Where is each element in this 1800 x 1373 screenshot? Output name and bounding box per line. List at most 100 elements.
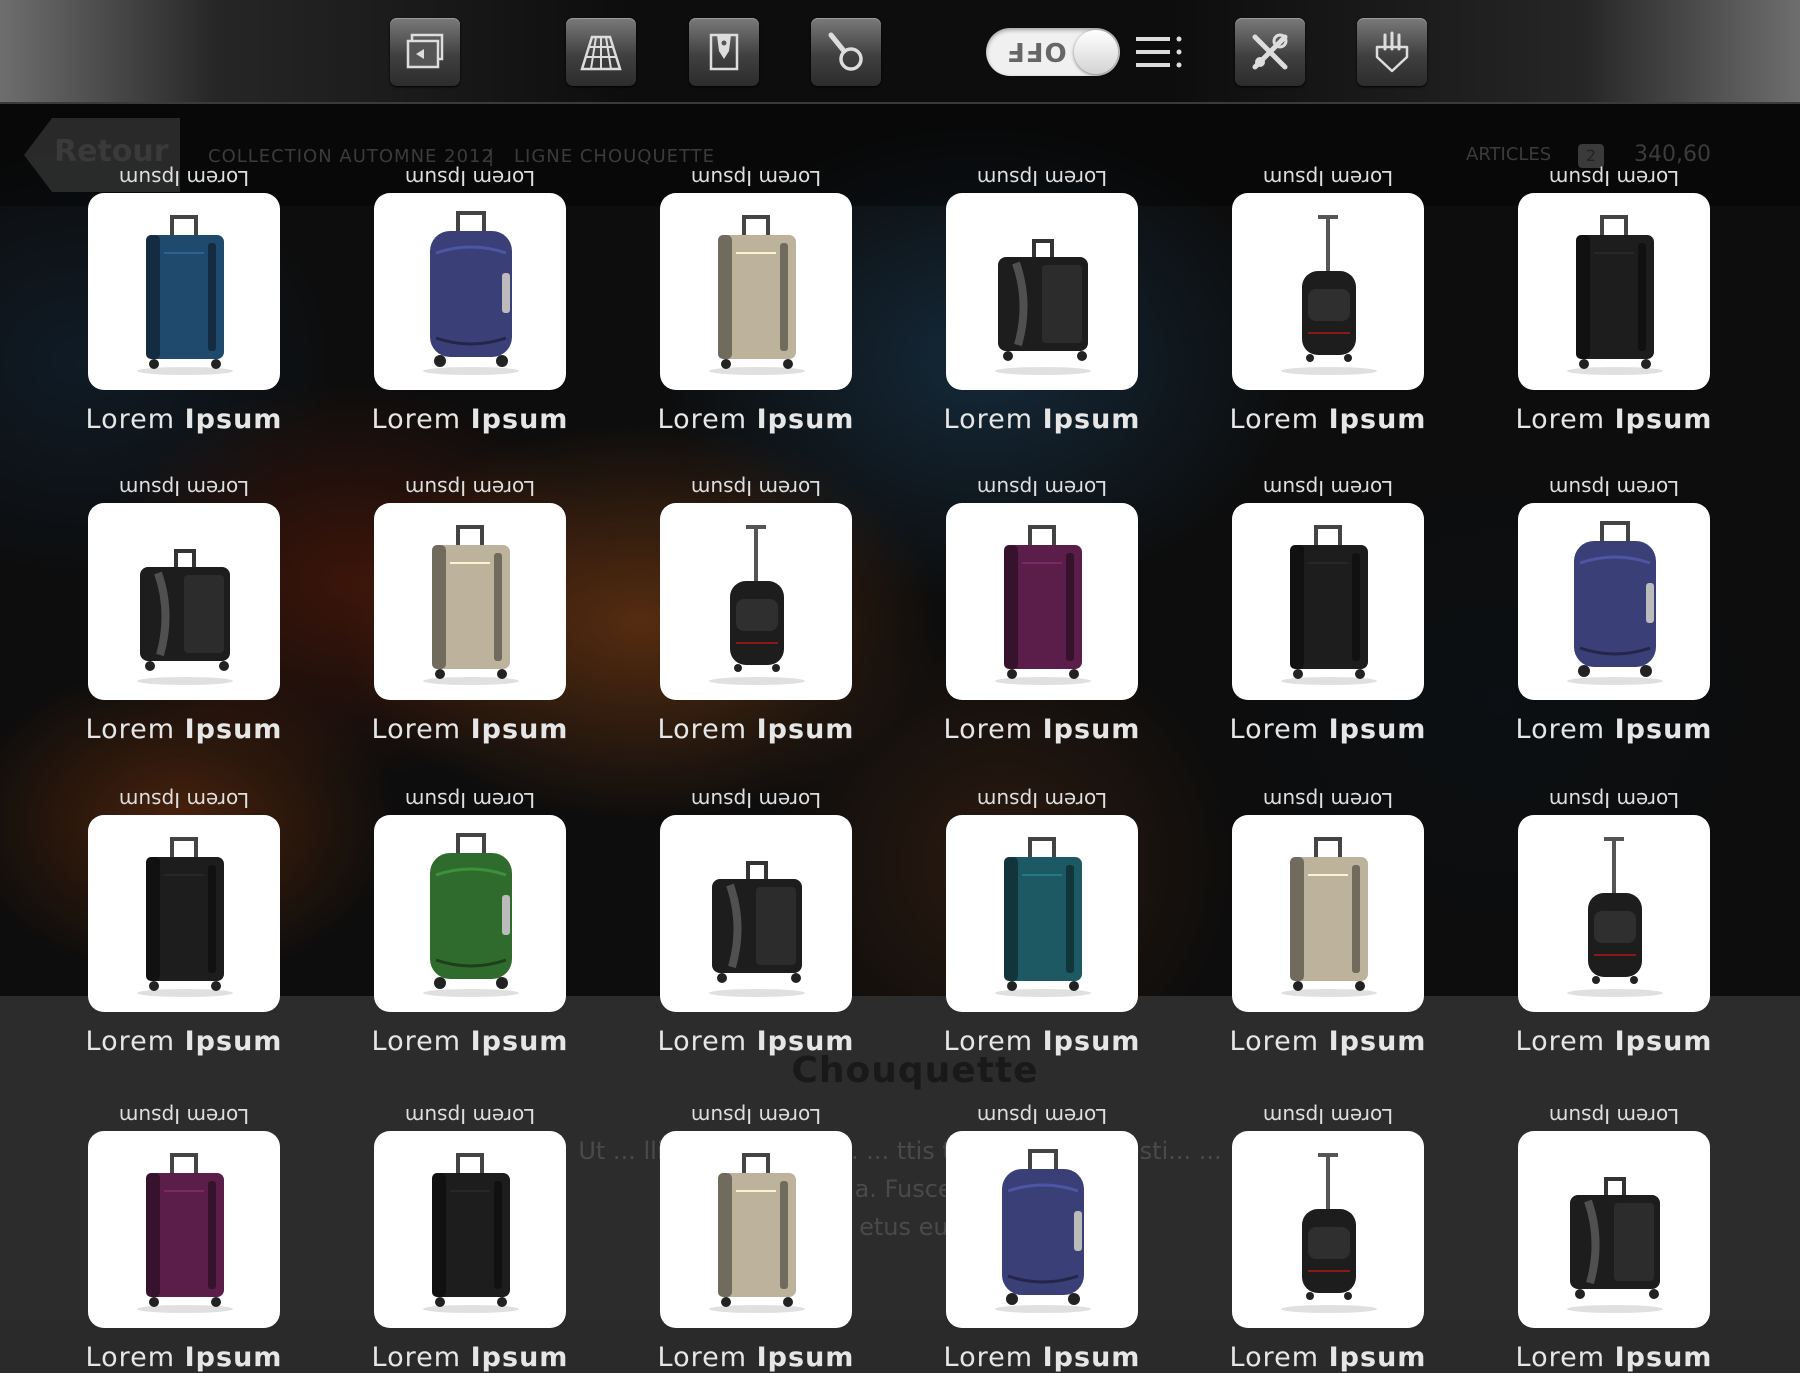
hand-button[interactable] (1357, 18, 1427, 86)
suitcase-icon (137, 837, 233, 997)
product-flipped-label: Lorem Ipsum (1262, 1104, 1394, 1128)
product-name-second: Ipsum (1042, 1342, 1141, 1373)
suitcase-icon (995, 239, 1091, 375)
product-flipped-label: Lorem Ipsum (404, 788, 536, 812)
product-image-card[interactable] (946, 503, 1138, 700)
product-image-card[interactable] (660, 503, 852, 700)
product-name: Lorem Ipsum (354, 404, 586, 435)
product-name-second: Ipsum (470, 1026, 569, 1057)
catalog-tag-icon (709, 33, 739, 71)
product-name: Lorem Ipsum (1498, 714, 1730, 745)
suitcase-icon (423, 1153, 519, 1313)
product-name-first: Lorem (943, 404, 1034, 435)
product-image-card[interactable] (946, 193, 1138, 390)
toggle-knob[interactable] (1074, 30, 1118, 74)
suitcase-icon (995, 525, 1091, 685)
product-image-card[interactable] (1232, 1131, 1424, 1328)
product-image-card[interactable] (374, 815, 566, 1012)
gallery-button[interactable] (390, 18, 460, 86)
product-name: Lorem Ipsum (640, 404, 872, 435)
product-name-first: Lorem (657, 404, 748, 435)
suitcase-icon (995, 837, 1091, 997)
product-image-card[interactable] (1232, 503, 1424, 700)
suitcase-icon (1567, 837, 1663, 997)
suitcase-icon (137, 215, 233, 375)
back-label: Retour (54, 134, 169, 169)
product-name: Lorem Ipsum (640, 714, 872, 745)
product-name-second: Ipsum (1614, 1342, 1713, 1373)
product-image-card[interactable] (660, 815, 852, 1012)
product-name-first: Lorem (1229, 404, 1320, 435)
product-image-card[interactable] (1518, 503, 1710, 700)
product-flipped-label: Lorem Ipsum (1262, 788, 1394, 812)
product-image-card[interactable] (88, 815, 280, 1012)
product-name-second: Ipsum (470, 1342, 569, 1373)
top-toolbar: OFF (0, 0, 1800, 104)
product-name-first: Lorem (1229, 714, 1320, 745)
product-image-card[interactable] (374, 193, 566, 390)
product-image-card[interactable] (1232, 193, 1424, 390)
product-image-card[interactable] (1518, 193, 1710, 390)
list-menu-icon[interactable] (1134, 34, 1184, 70)
product-name-first: Lorem (1229, 1342, 1320, 1373)
suitcase-icon (1281, 1153, 1377, 1313)
product-image-card[interactable] (946, 815, 1138, 1012)
product-name-second: Ipsum (184, 1342, 283, 1373)
breadcrumb-separator: | (488, 146, 496, 167)
product-name-first: Lorem (371, 1342, 462, 1373)
product-image-card[interactable] (660, 193, 852, 390)
product-image-card[interactable] (946, 1131, 1138, 1328)
product-flipped-label: Lorem Ipsum (118, 476, 250, 500)
product-name-first: Lorem (657, 1026, 748, 1057)
product-flipped-label: Lorem Ipsum (976, 1104, 1108, 1128)
product-name: Lorem Ipsum (354, 1342, 586, 1373)
product-name: Lorem Ipsum (926, 404, 1158, 435)
suitcase-icon (709, 215, 805, 375)
tools-button[interactable] (1235, 18, 1305, 86)
product-image-card[interactable] (1518, 815, 1710, 1012)
search-button[interactable] (811, 18, 881, 86)
product-name: Lorem Ipsum (354, 1026, 586, 1057)
product-name-first: Lorem (657, 714, 748, 745)
product-flipped-label: Lorem Ipsum (404, 1104, 536, 1128)
product-name-second: Ipsum (184, 404, 283, 435)
product-name-second: Ipsum (470, 404, 569, 435)
product-name: Lorem Ipsum (68, 1342, 300, 1373)
room-view-button[interactable] (566, 18, 636, 86)
product-flipped-label: Lorem Ipsum (404, 476, 536, 500)
product-flipped-label: Lorem Ipsum (690, 1104, 822, 1128)
product-image-card[interactable] (88, 1131, 280, 1328)
off-toggle[interactable]: OFF (986, 28, 1120, 76)
product-name-second: Ipsum (756, 1026, 855, 1057)
product-name: Lorem Ipsum (926, 1342, 1158, 1373)
product-image-card[interactable] (88, 503, 280, 700)
suitcase-icon (1281, 215, 1377, 375)
product-image-card[interactable] (1518, 1131, 1710, 1328)
product-name: Lorem Ipsum (1498, 404, 1730, 435)
suitcase-icon (995, 1149, 1091, 1313)
suitcase-icon (423, 833, 519, 997)
breadcrumb-collection[interactable]: COLLECTION AUTOMNE 2012 (208, 146, 494, 167)
product-name: Lorem Ipsum (1212, 404, 1444, 435)
product-image-card[interactable] (660, 1131, 852, 1328)
product-name-first: Lorem (85, 714, 176, 745)
product-name-second: Ipsum (470, 714, 569, 745)
product-name-second: Ipsum (184, 1026, 283, 1057)
product-name: Lorem Ipsum (68, 1026, 300, 1057)
suitcase-icon (1281, 837, 1377, 997)
product-name-second: Ipsum (1328, 1342, 1427, 1373)
product-name: Lorem Ipsum (640, 1026, 872, 1057)
breadcrumb-line[interactable]: LIGNE CHOUQUETTE (514, 146, 715, 167)
product-flipped-label: Lorem Ipsum (118, 1104, 250, 1128)
product-name: Lorem Ipsum (640, 1342, 872, 1373)
product-flipped-label: Lorem Ipsum (690, 788, 822, 812)
product-image-card[interactable] (1232, 815, 1424, 1012)
product-image-card[interactable] (88, 193, 280, 390)
product-name-second: Ipsum (184, 714, 283, 745)
product-image-card[interactable] (374, 1131, 566, 1328)
suitcase-icon (709, 1153, 805, 1313)
product-image-card[interactable] (374, 503, 566, 700)
product-flipped-label: Lorem Ipsum (976, 476, 1108, 500)
product-name-second: Ipsum (756, 714, 855, 745)
catalog-button[interactable] (689, 18, 759, 86)
